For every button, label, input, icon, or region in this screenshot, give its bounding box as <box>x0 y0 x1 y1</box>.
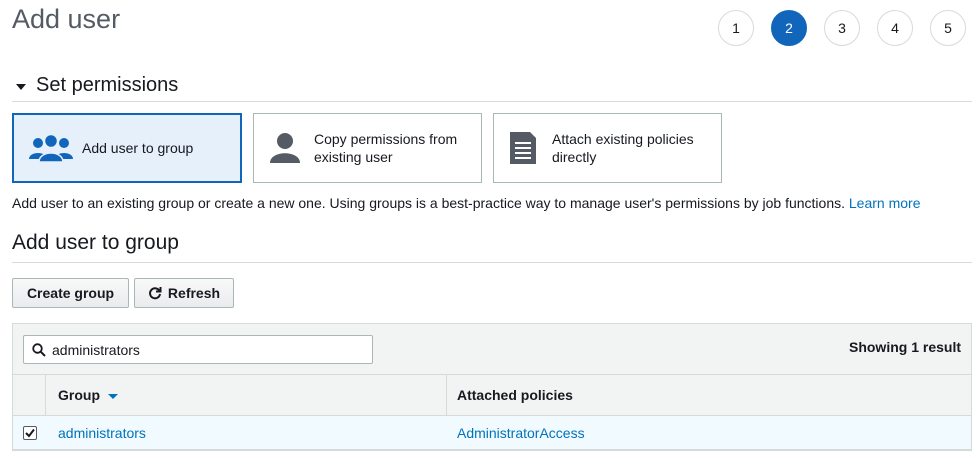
description-text: Add user to an existing group or create … <box>12 195 845 211</box>
column-group-label: Group <box>58 387 100 403</box>
learn-more-link[interactable]: Learn more <box>849 195 921 211</box>
filter-bar: Showing 1 result <box>13 324 971 375</box>
checkbox[interactable] <box>22 425 37 440</box>
set-permissions-header[interactable]: Set permissions <box>12 74 972 102</box>
refresh-label: Refresh <box>167 285 221 301</box>
section-title: Set permissions <box>36 74 179 96</box>
caret-down-icon[interactable] <box>16 84 26 90</box>
refresh-icon <box>148 286 162 300</box>
create-group-button[interactable]: Create group <box>12 278 129 308</box>
refresh-button[interactable]: Refresh <box>134 278 234 308</box>
description: Add user to an existing group or create … <box>12 195 920 211</box>
permission-options: Add user to group Copy permissions from … <box>12 113 733 183</box>
step-2[interactable]: 2 <box>771 10 807 46</box>
option-label: Add user to group <box>82 140 194 156</box>
check-icon <box>24 428 35 438</box>
step-3[interactable]: 3 <box>824 10 860 46</box>
header-checkbox-cell <box>13 375 46 415</box>
group-name-link[interactable]: administrators <box>46 425 447 441</box>
option-label: Attach existing policies directly <box>552 131 694 165</box>
page-title: Add user <box>12 4 121 34</box>
row-checkbox-cell[interactable] <box>13 425 46 440</box>
policy-link[interactable]: AdministratorAccess <box>447 425 971 441</box>
step-1[interactable]: 1 <box>718 10 754 46</box>
search-box[interactable] <box>23 335 373 364</box>
group-section-title: Add user to group <box>12 231 972 263</box>
groups-table: Showing 1 result Group Attached policies… <box>12 323 972 451</box>
column-group[interactable]: Group <box>46 375 447 415</box>
column-attached-policies: Attached policies <box>457 387 573 403</box>
step-5[interactable]: 5 <box>930 10 966 46</box>
table-row[interactable]: administrators AdministratorAccess <box>13 416 971 450</box>
search-input[interactable] <box>52 341 352 358</box>
group-icon <box>28 133 74 163</box>
option-add-user-to-group[interactable]: Add user to group <box>12 113 242 183</box>
step-4[interactable]: 4 <box>877 10 913 46</box>
document-icon <box>508 131 538 165</box>
result-count: Showing 1 result <box>848 339 961 355</box>
search-icon <box>32 342 46 357</box>
sort-caret-icon[interactable] <box>108 393 118 399</box>
option-label: Copy permissions from existing user <box>314 131 458 165</box>
user-icon <box>268 132 302 164</box>
wizard-steps: 1 2 3 4 5 <box>718 10 978 46</box>
option-copy-permissions[interactable]: Copy permissions from existing user <box>253 113 482 183</box>
option-attach-policies[interactable]: Attach existing policies directly <box>493 113 722 183</box>
table-header: Group Attached policies <box>13 375 971 416</box>
